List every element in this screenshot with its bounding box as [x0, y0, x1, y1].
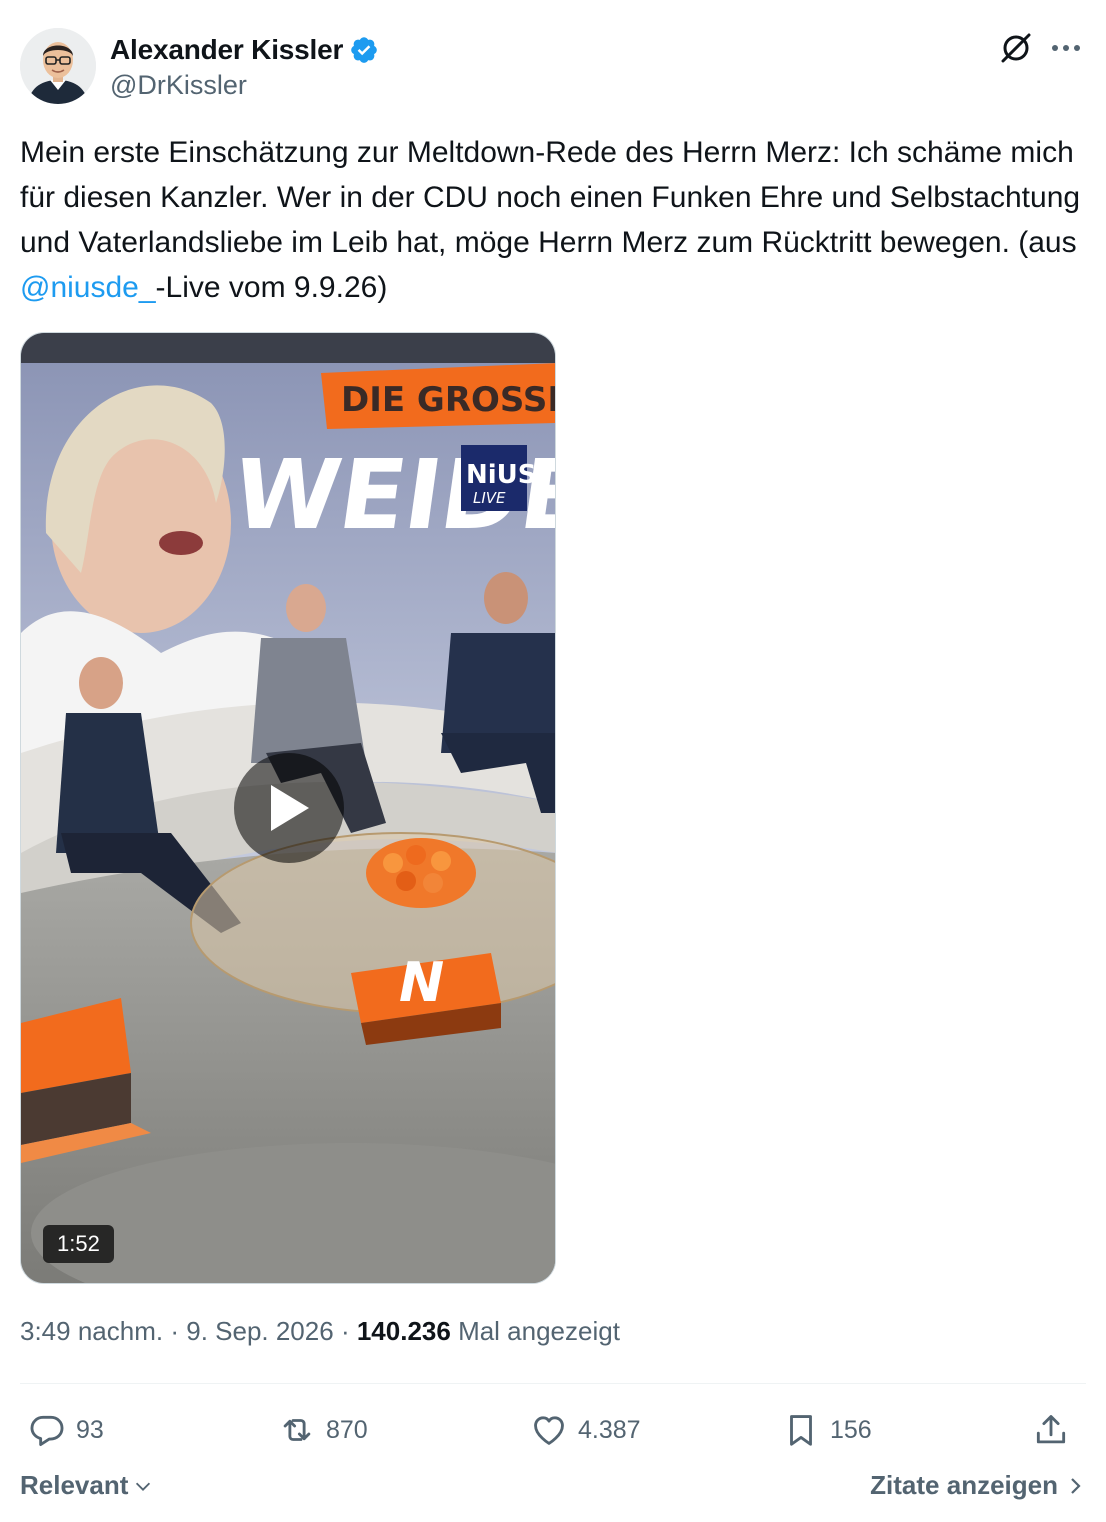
- share-icon: [1036, 1415, 1066, 1444]
- chevron-down-icon: [136, 1482, 151, 1491]
- more-options-icon[interactable]: [1046, 28, 1086, 68]
- video-player[interactable]: DIE GROSSE WEIDEL NiUS LIVE N 1:52: [20, 332, 556, 1284]
- quotes-label: Zitate anzeigen: [870, 1470, 1058, 1500]
- action-bar: 93 870 4.387 156: [20, 1400, 1086, 1460]
- reply-icon: [30, 1415, 64, 1446]
- nius-live-text: LIVE: [473, 489, 506, 507]
- tweet-text: Mein erste Einschätzung zur Meltdown-Red…: [20, 130, 1086, 310]
- repost-count: 870: [326, 1415, 368, 1444]
- banner-top-text: DIE GROSSE: [341, 380, 556, 420]
- tweet-time[interactable]: 3:49 nachm.: [20, 1316, 163, 1346]
- divider: [20, 1383, 1086, 1384]
- views-label: Mal angezeigt: [458, 1316, 620, 1346]
- views-count: 140.236: [356, 1316, 451, 1346]
- tweet-text-body: Mein erste Einschätzung zur Meltdown-Red…: [20, 136, 1081, 259]
- tweet-meta: 3:49 nachm. · 9. Sep. 2026 · 140.236 Mal…: [20, 1316, 620, 1347]
- tweet-text-tail: -Live vom 9.9.26): [155, 271, 388, 304]
- play-icon[interactable]: [234, 753, 344, 863]
- view-quotes-link[interactable]: Zitate anzeigen: [870, 1470, 1086, 1501]
- handle[interactable]: @DrKissler: [110, 70, 247, 101]
- tweet-header: Alexander Kissler @DrKissler: [20, 28, 1086, 104]
- replies-footer: Relevant Zitate anzeigen: [20, 1470, 1086, 1510]
- name-row: Alexander Kissler: [110, 34, 379, 66]
- repost-icon: [283, 1419, 311, 1441]
- avatar[interactable]: [20, 28, 96, 104]
- like-count: 4.387: [578, 1415, 641, 1444]
- like-button[interactable]: 4.387: [530, 1400, 641, 1460]
- nius-logo-text: NiUS: [466, 460, 537, 490]
- meta-separator: ·: [170, 1316, 179, 1346]
- sort-dropdown[interactable]: Relevant: [20, 1470, 154, 1501]
- mention-link[interactable]: @niusde_: [20, 271, 156, 304]
- bookmark-count: 156: [830, 1415, 872, 1444]
- chevron-right-icon: [1071, 1477, 1081, 1494]
- avatar-image: [20, 28, 96, 104]
- reply-count: 93: [76, 1415, 104, 1444]
- repost-button[interactable]: 870: [278, 1400, 368, 1460]
- tweet-date[interactable]: 9. Sep. 2026: [186, 1316, 333, 1346]
- grok-icon[interactable]: [996, 28, 1036, 68]
- sort-label: Relevant: [20, 1470, 129, 1500]
- reply-button[interactable]: 93: [28, 1400, 104, 1460]
- flower-bouquet: [366, 838, 476, 908]
- bookmark-button[interactable]: 156: [782, 1400, 872, 1460]
- video-duration: 1:52: [43, 1225, 114, 1263]
- floor-n-logo-text: N: [399, 951, 444, 1014]
- verified-badge-icon[interactable]: [349, 35, 379, 65]
- display-name[interactable]: Alexander Kissler: [110, 34, 343, 66]
- share-button[interactable]: [1032, 1400, 1070, 1460]
- heart-icon: [534, 1416, 564, 1445]
- meta-separator: ·: [340, 1316, 350, 1346]
- bookmark-icon: [790, 1415, 812, 1446]
